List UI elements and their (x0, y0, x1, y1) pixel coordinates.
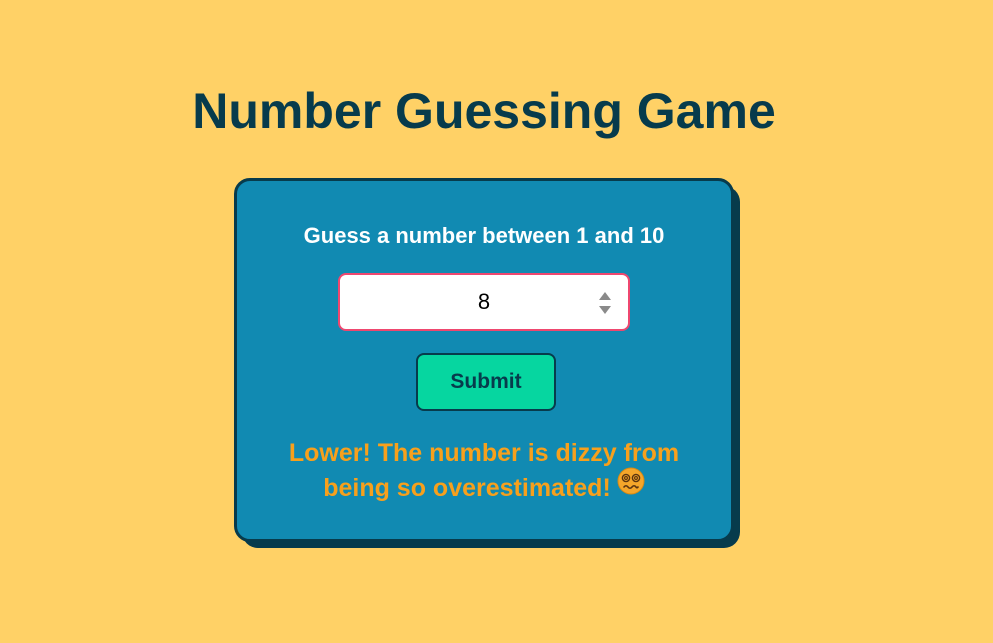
increment-arrow-icon[interactable] (599, 292, 611, 300)
submit-button[interactable]: Submit (416, 353, 556, 411)
game-card: Guess a number between 1 and 10 Submit L… (234, 178, 734, 542)
game-page: Number Guessing Game Guess a number betw… (0, 0, 993, 643)
decrement-arrow-icon[interactable] (599, 306, 611, 314)
guess-field[interactable] (338, 273, 630, 331)
dizzy-face-icon (617, 467, 645, 505)
guess-prompt: Guess a number between 1 and 10 (303, 223, 665, 248)
feedback-message: Lower! The number is dizzy from being so… (267, 436, 701, 506)
guess-input[interactable] (340, 275, 628, 329)
page-title: Number Guessing Game (192, 83, 776, 139)
number-stepper[interactable] (598, 290, 612, 316)
